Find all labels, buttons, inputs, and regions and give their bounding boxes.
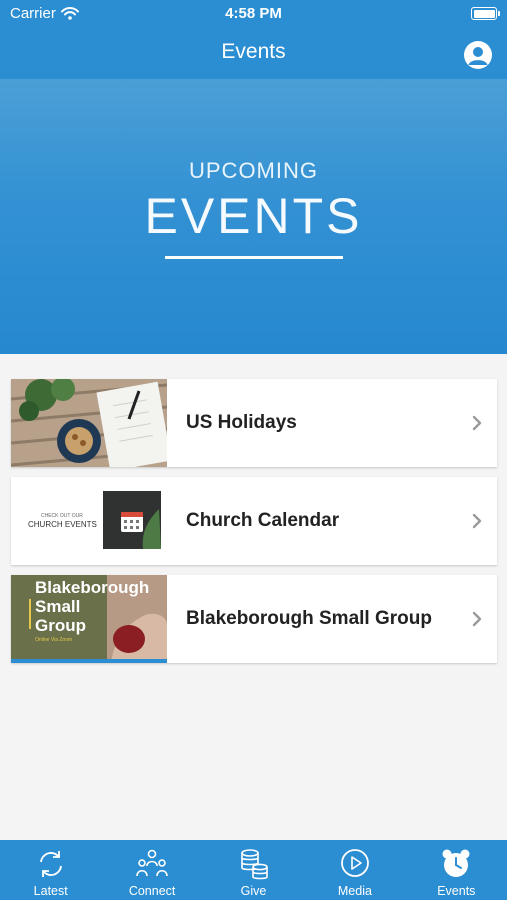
- tab-bar: Latest Connect Give Media Events: [0, 840, 507, 900]
- tab-media[interactable]: Media: [304, 840, 405, 900]
- chevron-right-icon: [457, 379, 497, 467]
- thumb-title-line2: Small: [35, 597, 81, 616]
- coins-icon: [240, 849, 268, 880]
- chevron-right-icon: [457, 477, 497, 565]
- thumb-subtitle: Online Via Zoom: [35, 637, 73, 643]
- event-label: Church Calendar: [186, 510, 340, 531]
- event-label: US Holidays: [186, 412, 297, 433]
- play-icon: [341, 849, 369, 877]
- event-item-blakeborough-small-group[interactable]: Blakeborough Small Group Online Via Zoom…: [11, 575, 497, 663]
- event-thumbnail-us-holidays: [11, 379, 167, 467]
- alarm-clock-icon: [442, 849, 470, 877]
- thumb-text-main: CHURCH EVENTS: [28, 520, 97, 529]
- top-bar: Carrier 4:58 PM Events: [0, 0, 507, 79]
- chevron-right-icon: [457, 575, 497, 663]
- refresh-icon: [39, 851, 62, 877]
- user-icon: [468, 47, 488, 65]
- hero-title: EVENTS: [144, 188, 363, 244]
- clock: 4:58 PM: [225, 5, 282, 22]
- tab-label: Connect: [128, 884, 176, 898]
- tab-give[interactable]: Give: [203, 840, 304, 900]
- tab-label: Events: [437, 884, 476, 898]
- thumb-text-small: CHECK OUT OUR: [41, 513, 83, 519]
- hero-kicker: UPCOMING: [189, 158, 318, 183]
- battery-icon: [471, 7, 500, 20]
- status-bar: Carrier 4:58 PM: [0, 0, 507, 28]
- tab-latest[interactable]: Latest: [0, 840, 101, 900]
- event-item-us-holidays[interactable]: US Holidays: [11, 379, 497, 467]
- event-label: Blakeborough Small Group: [186, 608, 432, 629]
- profile-button[interactable]: [464, 41, 492, 69]
- event-item-church-calendar[interactable]: CHECK OUT OUR CHURCH EVENTS Church Calen…: [11, 477, 497, 565]
- tab-connect[interactable]: Connect: [101, 840, 202, 900]
- tab-label: Media: [337, 884, 372, 898]
- event-thumbnail-church-calendar: CHECK OUT OUR CHURCH EVENTS: [11, 477, 167, 565]
- hero-underline: [165, 256, 343, 259]
- tab-label: Latest: [33, 884, 68, 898]
- event-thumbnail-blakeborough: Blakeborough Small Group Online Via Zoom: [11, 575, 167, 663]
- events-hero-banner: UPCOMING EVENTS: [0, 79, 507, 354]
- thumb-title-line3: Group: [35, 616, 86, 635]
- page-title: Events: [221, 40, 286, 63]
- tab-events[interactable]: Events: [406, 840, 507, 900]
- thumb-title-line1: Blakeborough: [35, 578, 150, 597]
- tab-label: Give: [240, 884, 267, 898]
- people-icon: [136, 849, 168, 877]
